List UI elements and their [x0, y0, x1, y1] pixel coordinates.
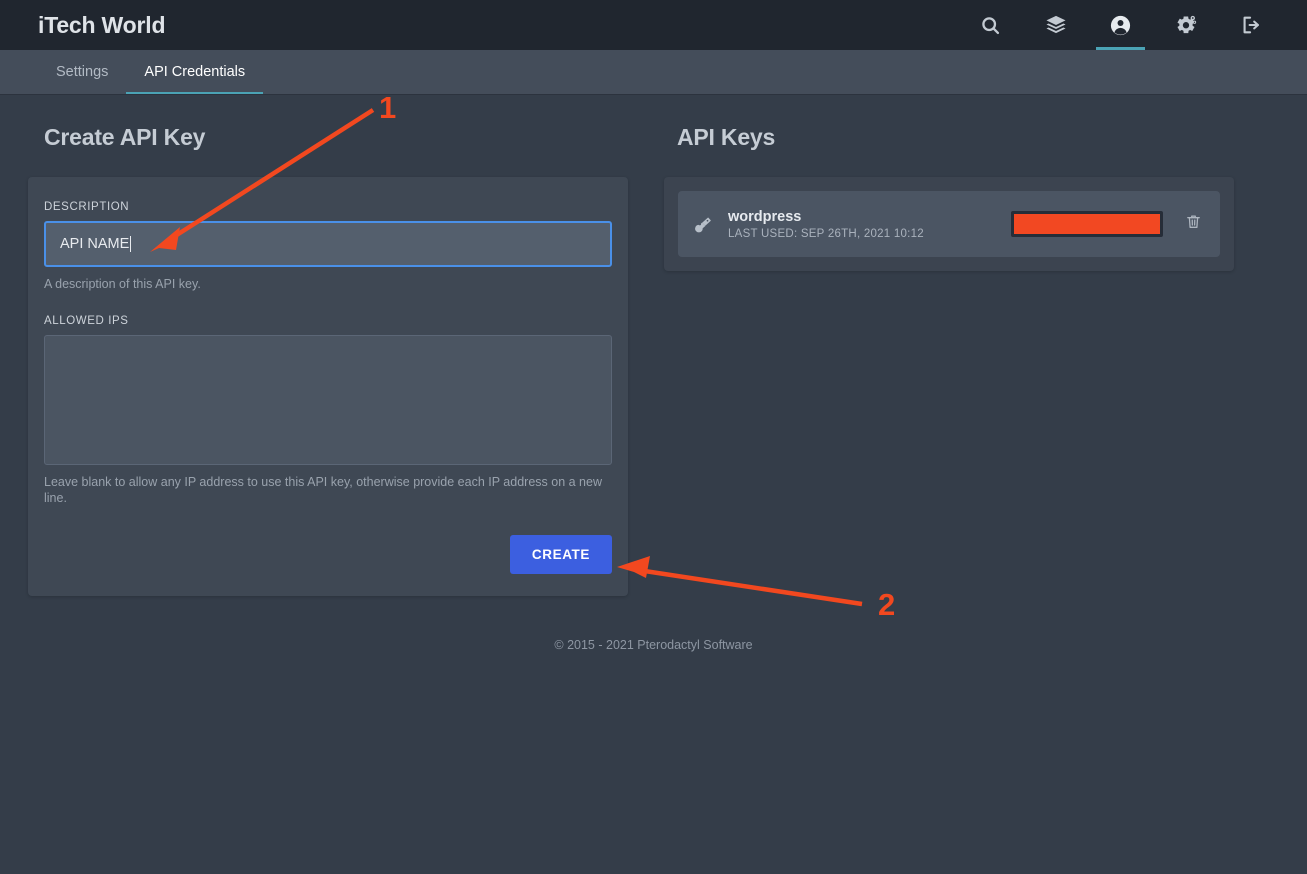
key-meta: wordpress LAST USED: SEP 26TH, 2021 10:1…	[728, 209, 924, 240]
sub-navigation-tabs: Settings API Credentials	[0, 50, 1307, 94]
page-title: Create API Key	[44, 124, 206, 150]
table-row: wordpress LAST USED: SEP 26TH, 2021 10:1…	[678, 191, 1220, 257]
description-label: DESCRIPTION	[44, 201, 130, 213]
create-button[interactable]: CREATE	[509, 534, 612, 574]
account-icon-button[interactable]	[1088, 0, 1153, 50]
top-header-bar: iTech World	[0, 0, 1307, 50]
create-api-key-column: Create API Key DESCRIPTION API NAME A de…	[28, 124, 628, 596]
description-input[interactable]: API NAME	[44, 221, 612, 267]
trash-icon	[1185, 212, 1202, 236]
footer-copyright: © 2015 - 2021 Pterodactyl Software	[554, 637, 753, 652]
account-icon	[1109, 14, 1132, 37]
main-content: Create API Key DESCRIPTION API NAME A de…	[0, 94, 1307, 596]
key-token-redacted	[1011, 211, 1163, 237]
layers-icon	[1045, 14, 1067, 36]
tab-settings[interactable]: Settings	[38, 50, 126, 94]
form-actions: CREATE	[44, 534, 612, 574]
cogs-icon	[1174, 14, 1197, 37]
allowed-ips-label: ALLOWED IPS	[44, 314, 129, 327]
brand-title: iTech World	[38, 11, 166, 38]
search-icon	[980, 15, 1001, 36]
key-icon	[694, 214, 728, 234]
admin-cogs-icon-button[interactable]	[1153, 0, 1218, 50]
description-input-value: API NAME	[60, 236, 130, 252]
api-keys-column: API Keys wordpress LAST USED: SEP 26TH, …	[664, 124, 1234, 271]
text-caret	[130, 236, 132, 252]
api-keys-title: API Keys	[677, 124, 776, 150]
api-keys-panel: wordpress LAST USED: SEP 26TH, 2021 10:1…	[664, 177, 1234, 271]
search-icon-button[interactable]	[958, 0, 1023, 50]
description-help-text: A description of this API key.	[44, 277, 201, 291]
allowed-ips-textarea[interactable]	[44, 334, 612, 465]
header-icon-group	[958, 0, 1283, 50]
logout-icon	[1240, 14, 1262, 36]
servers-layers-icon-button[interactable]	[1023, 0, 1088, 50]
key-name: wordpress	[728, 208, 802, 225]
allowed-ips-help-text: Leave blank to allow any IP address to u…	[44, 474, 602, 506]
delete-key-button[interactable]	[1185, 212, 1202, 236]
key-last-used: LAST USED: SEP 26TH, 2021 10:12	[728, 227, 924, 240]
create-api-key-card: DESCRIPTION API NAME A description of th…	[28, 177, 628, 596]
tab-api-credentials[interactable]: API Credentials	[126, 50, 263, 94]
logout-icon-button[interactable]	[1218, 0, 1283, 50]
